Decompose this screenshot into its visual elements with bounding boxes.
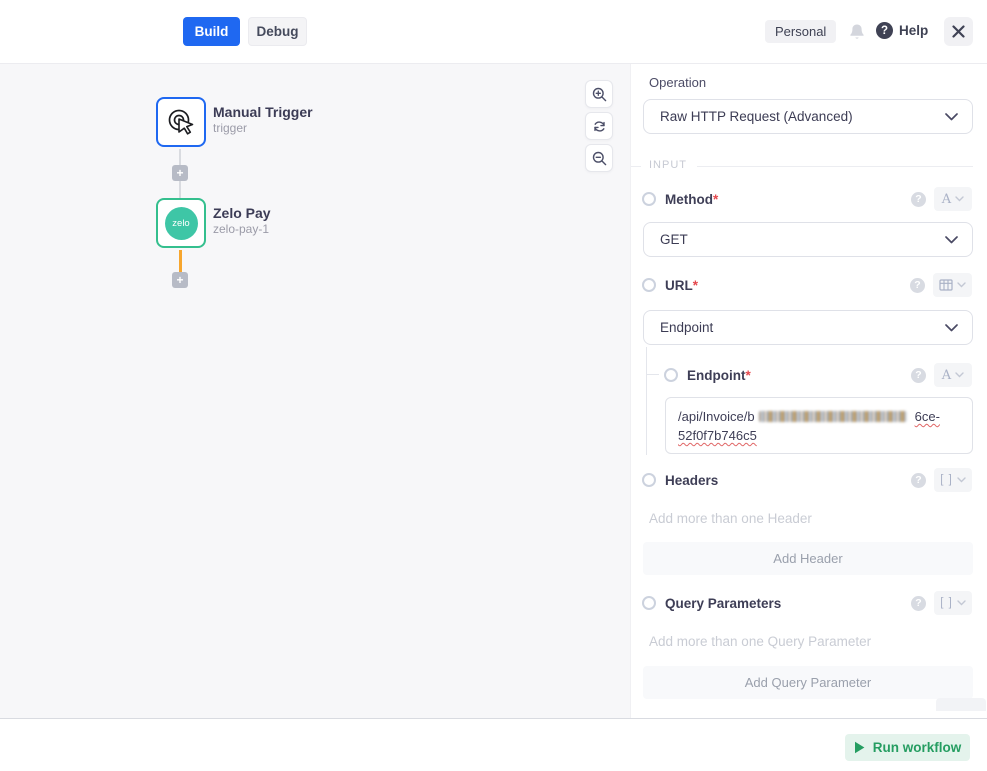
field-circle-icon[interactable]	[642, 473, 656, 487]
notification-bell-icon[interactable]	[849, 23, 865, 41]
operation-value: Raw HTTP Request (Advanced)	[660, 109, 945, 124]
array-type-icon: [ ]	[940, 597, 953, 609]
url-label: URL*	[665, 278, 698, 293]
field-help-icon[interactable]: ?	[911, 596, 926, 611]
connector-line	[179, 181, 181, 198]
endpoint-value-line2: 52f0f7b746c5	[678, 428, 757, 443]
field-row-headers: Headers ? [ ]	[642, 469, 972, 491]
field-circle-icon[interactable]	[642, 278, 656, 292]
headers-placeholder: Add more than one Header	[649, 511, 812, 526]
play-icon	[854, 741, 865, 754]
workflow-canvas[interactable]: Manual Trigger trigger + zelo Zelo Pay z…	[0, 64, 630, 718]
method-value: GET	[660, 232, 945, 247]
field-circle-icon[interactable]	[664, 368, 678, 382]
input-section-label: INPUT	[649, 159, 687, 171]
zoom-in-button[interactable]	[585, 80, 613, 108]
chevron-down-icon	[955, 372, 964, 378]
input-section-divider: INPUT	[631, 159, 987, 173]
query-parameters-label: Query Parameters	[665, 596, 781, 611]
required-asterisk: *	[745, 368, 750, 383]
endpoint-value-suffix: 6ce-	[915, 409, 940, 424]
node-title: Zelo Pay	[213, 205, 271, 221]
endpoint-type-selector[interactable]: A	[934, 363, 972, 387]
operation-label: Operation	[649, 75, 706, 90]
url-mode-select[interactable]: Endpoint	[643, 310, 973, 345]
zoom-reset-button[interactable]	[585, 112, 613, 140]
field-help-icon[interactable]: ?	[911, 368, 926, 383]
refresh-icon	[592, 119, 607, 134]
node-zelo-pay[interactable]: zelo	[156, 198, 206, 248]
operation-select[interactable]: Raw HTTP Request (Advanced)	[643, 99, 973, 134]
method-select[interactable]: GET	[643, 222, 973, 257]
field-row-endpoint: Endpoint* ? A	[664, 364, 972, 386]
add-node-button[interactable]: +	[172, 272, 188, 288]
query-type-selector[interactable]: [ ]	[934, 591, 972, 615]
question-circle-icon: ?	[876, 22, 893, 39]
field-help-icon[interactable]: ?	[910, 278, 925, 293]
zoom-out-button[interactable]	[585, 144, 613, 172]
add-node-button[interactable]: +	[172, 165, 188, 181]
array-type-icon: [ ]	[940, 474, 953, 486]
chevron-down-icon	[957, 282, 966, 288]
debug-tab[interactable]: Debug	[248, 17, 307, 46]
method-type-selector[interactable]: A	[934, 187, 972, 211]
endpoint-value-prefix: /api/Invoice/b	[678, 409, 755, 424]
top-bar: Build Debug Personal ? Help	[0, 0, 987, 64]
add-header-button[interactable]: Add Header	[643, 542, 973, 575]
chevron-down-icon	[957, 477, 966, 483]
node-config-panel: Operation Raw HTTP Request (Advanced) IN…	[630, 64, 987, 718]
field-row-url: URL* ?	[642, 274, 972, 296]
help-label: Help	[899, 23, 928, 38]
headers-type-selector[interactable]: [ ]	[934, 468, 972, 492]
bottom-bar: Run workflow	[0, 718, 987, 771]
text-type-icon: A	[942, 368, 951, 383]
field-row-method: Method* ? A	[642, 188, 972, 210]
field-help-icon[interactable]: ?	[911, 473, 926, 488]
nesting-guide-line	[646, 347, 647, 455]
redacted-value	[759, 411, 907, 422]
node-subtitle: trigger	[213, 121, 247, 135]
query-placeholder: Add more than one Query Parameter	[649, 634, 871, 649]
workspace-badge[interactable]: Personal	[765, 20, 836, 43]
url-mode-value: Endpoint	[660, 320, 945, 335]
chevron-down-icon	[957, 600, 966, 606]
close-icon	[952, 25, 965, 38]
run-workflow-button[interactable]: Run workflow	[845, 734, 970, 761]
field-help-icon[interactable]: ?	[911, 192, 926, 207]
chevron-down-icon	[955, 196, 964, 202]
chevron-down-icon	[945, 324, 958, 332]
canvas-zoom-controls	[585, 80, 613, 172]
zoom-out-icon	[592, 151, 607, 166]
connector-line-active	[179, 250, 182, 272]
field-circle-icon[interactable]	[642, 596, 656, 610]
manual-trigger-icon	[165, 106, 197, 138]
method-label: Method*	[665, 192, 718, 207]
table-type-icon	[939, 279, 953, 291]
field-row-query-parameters: Query Parameters ? [ ]	[642, 592, 972, 614]
required-asterisk: *	[713, 192, 718, 207]
add-query-parameter-button[interactable]: Add Query Parameter	[643, 666, 973, 699]
nesting-guide-tick	[646, 374, 659, 375]
zoom-in-icon	[592, 87, 607, 102]
node-title: Manual Trigger	[213, 104, 313, 120]
connector-line	[179, 149, 181, 165]
zelo-pay-icon: zelo	[165, 207, 198, 240]
field-circle-icon[interactable]	[642, 192, 656, 206]
node-subtitle: zelo-pay-1	[213, 222, 269, 236]
run-workflow-label: Run workflow	[873, 740, 962, 755]
node-manual-trigger[interactable]	[156, 97, 206, 147]
endpoint-input[interactable]: /api/Invoice/b 6ce- 52f0f7b746c5	[665, 397, 973, 454]
url-type-selector[interactable]	[933, 273, 972, 297]
close-button[interactable]	[944, 17, 973, 46]
build-tab[interactable]: Build	[183, 17, 240, 46]
text-type-icon: A	[942, 192, 951, 207]
chevron-down-icon	[945, 113, 958, 121]
headers-label: Headers	[665, 473, 718, 488]
help-button[interactable]: ? Help	[876, 22, 928, 39]
chevron-down-icon	[945, 236, 958, 244]
required-asterisk: *	[693, 278, 698, 293]
partially-visible-element	[936, 698, 986, 711]
endpoint-label: Endpoint*	[687, 368, 751, 383]
